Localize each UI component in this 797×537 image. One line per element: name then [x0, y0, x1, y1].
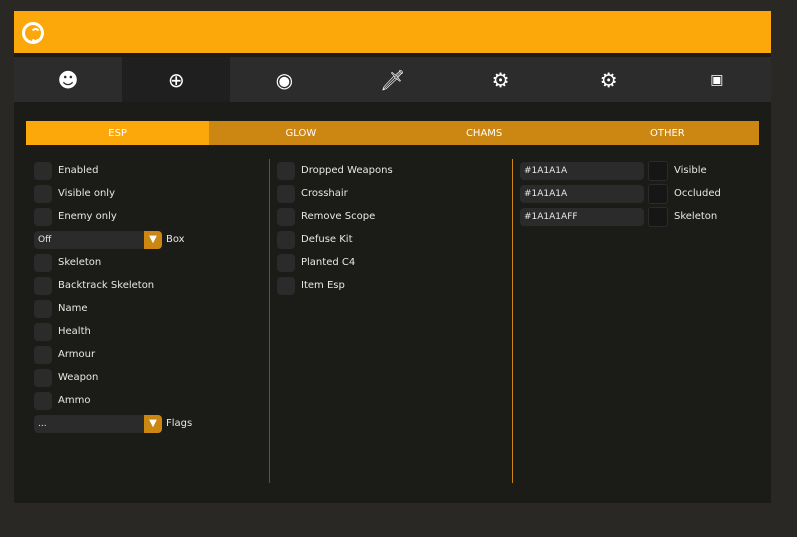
subtab-other[interactable]: OTHER	[576, 121, 759, 145]
checkbox	[34, 322, 52, 341]
checkbox	[277, 253, 295, 272]
backtrack-skeleton-checkbox[interactable]: Backtrack Skeleton	[34, 274, 192, 297]
skeleton-color-swatch[interactable]	[648, 206, 668, 227]
checkbox	[34, 368, 52, 387]
label: Item Esp	[301, 280, 345, 291]
box-dropdown[interactable]: Off ▼	[34, 230, 162, 249]
tab-knife-icon[interactable]: 🗡	[338, 57, 446, 102]
label: Skeleton	[58, 257, 102, 268]
esp-column-2: Dropped Weapons Crosshair Remove Scope D…	[277, 159, 393, 297]
label: Remove Scope	[301, 211, 376, 222]
dropped-weapons-checkbox[interactable]: Dropped Weapons	[277, 159, 393, 182]
weapon-checkbox[interactable]: Weapon	[34, 366, 192, 389]
label: Weapon	[58, 372, 99, 383]
label: Planted C4	[301, 257, 356, 268]
health-checkbox[interactable]: Health	[34, 320, 192, 343]
column-divider	[269, 159, 270, 483]
subtab-chams[interactable]: CHAMS	[393, 121, 576, 145]
defuse-kit-checkbox[interactable]: Defuse Kit	[277, 228, 393, 251]
subtab-glow[interactable]: GLOW	[209, 121, 392, 145]
box-label: Box	[166, 234, 185, 245]
tab-gears-icon[interactable]: ⚙	[555, 57, 663, 102]
label: Crosshair	[301, 188, 348, 199]
logo-icon	[22, 22, 44, 44]
skeleton-checkbox[interactable]: Skeleton	[34, 251, 192, 274]
checkbox	[34, 207, 52, 226]
ammo-checkbox[interactable]: Ammo	[34, 389, 192, 412]
checkbox	[34, 345, 52, 364]
label: Skeleton	[674, 211, 718, 222]
main-window: ☻ ⊕ ◉ 🗡 ⚙ ⚙ ▣ ESP GLOW CHAMS OTHER Enabl…	[14, 11, 771, 503]
checkbox	[277, 276, 295, 295]
crosshair-checkbox[interactable]: Crosshair	[277, 182, 393, 205]
box-value: Off	[38, 234, 52, 245]
label: Visible only	[58, 188, 115, 199]
flags-label: Flags	[166, 418, 193, 429]
tab-eye-icon[interactable]: ◉	[230, 57, 338, 102]
flags-value: ...	[38, 418, 47, 429]
column-divider-accent	[512, 159, 513, 483]
remove-scope-checkbox[interactable]: Remove Scope	[277, 205, 393, 228]
label: Ammo	[58, 395, 91, 406]
label: Name	[58, 303, 88, 314]
checkbox	[34, 276, 52, 295]
label: Backtrack Skeleton	[58, 280, 155, 291]
label: Visible	[674, 165, 707, 176]
esp-column-3: #1A1A1A Visible #1A1A1A Occluded #1A1A1AFF…	[520, 159, 721, 228]
visible-color-swatch[interactable]	[648, 160, 668, 181]
sub-tab-bar: ESP GLOW CHAMS OTHER	[26, 121, 759, 145]
checkbox	[277, 207, 295, 226]
item-esp-checkbox[interactable]: Item Esp	[277, 274, 393, 297]
label: Health	[58, 326, 91, 337]
label: Enemy only	[58, 211, 117, 222]
checkbox	[34, 299, 52, 318]
label: Enabled	[58, 165, 99, 176]
armour-checkbox[interactable]: Armour	[34, 343, 192, 366]
label: Dropped Weapons	[301, 165, 393, 176]
checkbox	[277, 161, 295, 180]
checkbox	[277, 184, 295, 203]
checkbox	[34, 161, 52, 180]
tab-config-file-icon[interactable]: ⚙	[447, 57, 555, 102]
enabled-checkbox[interactable]: Enabled	[34, 159, 192, 182]
esp-column-1: Enabled Visible only Enemy only Off ▼ Box …	[34, 159, 192, 435]
label: Defuse Kit	[301, 234, 353, 245]
subtab-esp[interactable]: ESP	[26, 121, 210, 145]
main-tab-bar: ☻ ⊕ ◉ 🗡 ⚙ ⚙ ▣	[14, 57, 771, 102]
checkbox	[34, 253, 52, 272]
chevron-down-icon[interactable]: ▼	[144, 230, 162, 249]
checkbox	[34, 391, 52, 410]
label: Occluded	[674, 188, 721, 199]
visible-only-checkbox[interactable]: Visible only	[34, 182, 192, 205]
enemy-only-checkbox[interactable]: Enemy only	[34, 205, 192, 228]
occluded-color-field[interactable]: #1A1A1A	[520, 184, 644, 203]
occluded-color-swatch[interactable]	[648, 183, 668, 204]
planted-c4-checkbox[interactable]: Planted C4	[277, 251, 393, 274]
tab-console-icon[interactable]: ▣	[663, 57, 771, 102]
skeleton-color-field[interactable]: #1A1A1AFF	[520, 207, 644, 226]
tab-player-icon[interactable]: ☻	[14, 57, 122, 102]
checkbox	[34, 184, 52, 203]
checkbox	[277, 230, 295, 249]
visible-color-field[interactable]: #1A1A1A	[520, 161, 644, 180]
header-bar[interactable]	[14, 11, 771, 53]
flags-dropdown[interactable]: ... ▼	[34, 414, 162, 433]
tab-visuals-crosshair-icon[interactable]: ⊕	[122, 57, 231, 102]
label: Armour	[58, 349, 96, 360]
name-checkbox[interactable]: Name	[34, 297, 192, 320]
chevron-down-icon[interactable]: ▼	[144, 414, 162, 433]
